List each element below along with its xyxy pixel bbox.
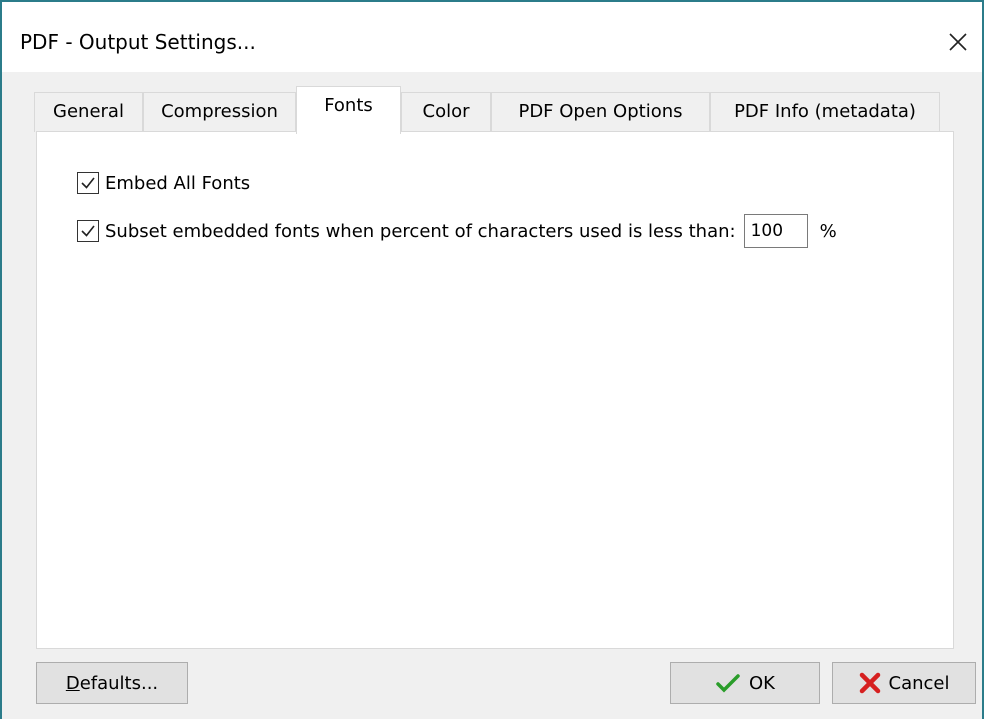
tab-general[interactable]: General [34, 92, 143, 132]
defaults-mnemonic: D [65, 672, 80, 694]
defaults-button[interactable]: Defaults... [36, 662, 188, 704]
ok-button[interactable]: OK [670, 662, 820, 704]
cancel-button[interactable]: Cancel [832, 662, 976, 704]
checkmark-icon [716, 674, 740, 693]
x-icon [859, 672, 880, 694]
dialog-window: PDF - Output Settings... General Compres… [0, 0, 984, 719]
title-bar: PDF - Output Settings... [2, 2, 982, 72]
tab-pdf-info[interactable]: PDF Info (metadata) [710, 92, 940, 132]
close-button[interactable] [940, 24, 976, 60]
embed-all-fonts-row: Embed All Fonts [77, 172, 250, 194]
tab-fonts[interactable]: Fonts [296, 86, 401, 134]
close-icon [949, 33, 967, 51]
percent-unit: % [819, 220, 837, 242]
defaults-label: efaults... [79, 672, 159, 694]
tab-strip: General Compression Fonts Color PDF Open… [34, 86, 954, 134]
fonts-panel: Embed All Fonts Subset embedded fonts wh… [36, 131, 954, 649]
subset-fonts-checkbox[interactable] [77, 220, 99, 242]
ok-label: OK [749, 672, 775, 694]
embed-all-fonts-checkbox[interactable] [77, 172, 99, 194]
subset-fonts-row: Subset embedded fonts when percent of ch… [77, 214, 837, 248]
subset-percent-input[interactable] [743, 214, 808, 248]
window-title: PDF - Output Settings... [20, 30, 256, 54]
checkmark-icon [81, 177, 95, 189]
tab-pdf-open-options[interactable]: PDF Open Options [491, 92, 710, 132]
tab-color[interactable]: Color [401, 92, 491, 132]
tab-compression[interactable]: Compression [143, 92, 296, 132]
cancel-label: Cancel [888, 672, 950, 694]
subset-fonts-label: Subset embedded fonts when percent of ch… [105, 220, 736, 242]
embed-all-fonts-label: Embed All Fonts [105, 172, 251, 194]
checkmark-icon [81, 225, 95, 237]
